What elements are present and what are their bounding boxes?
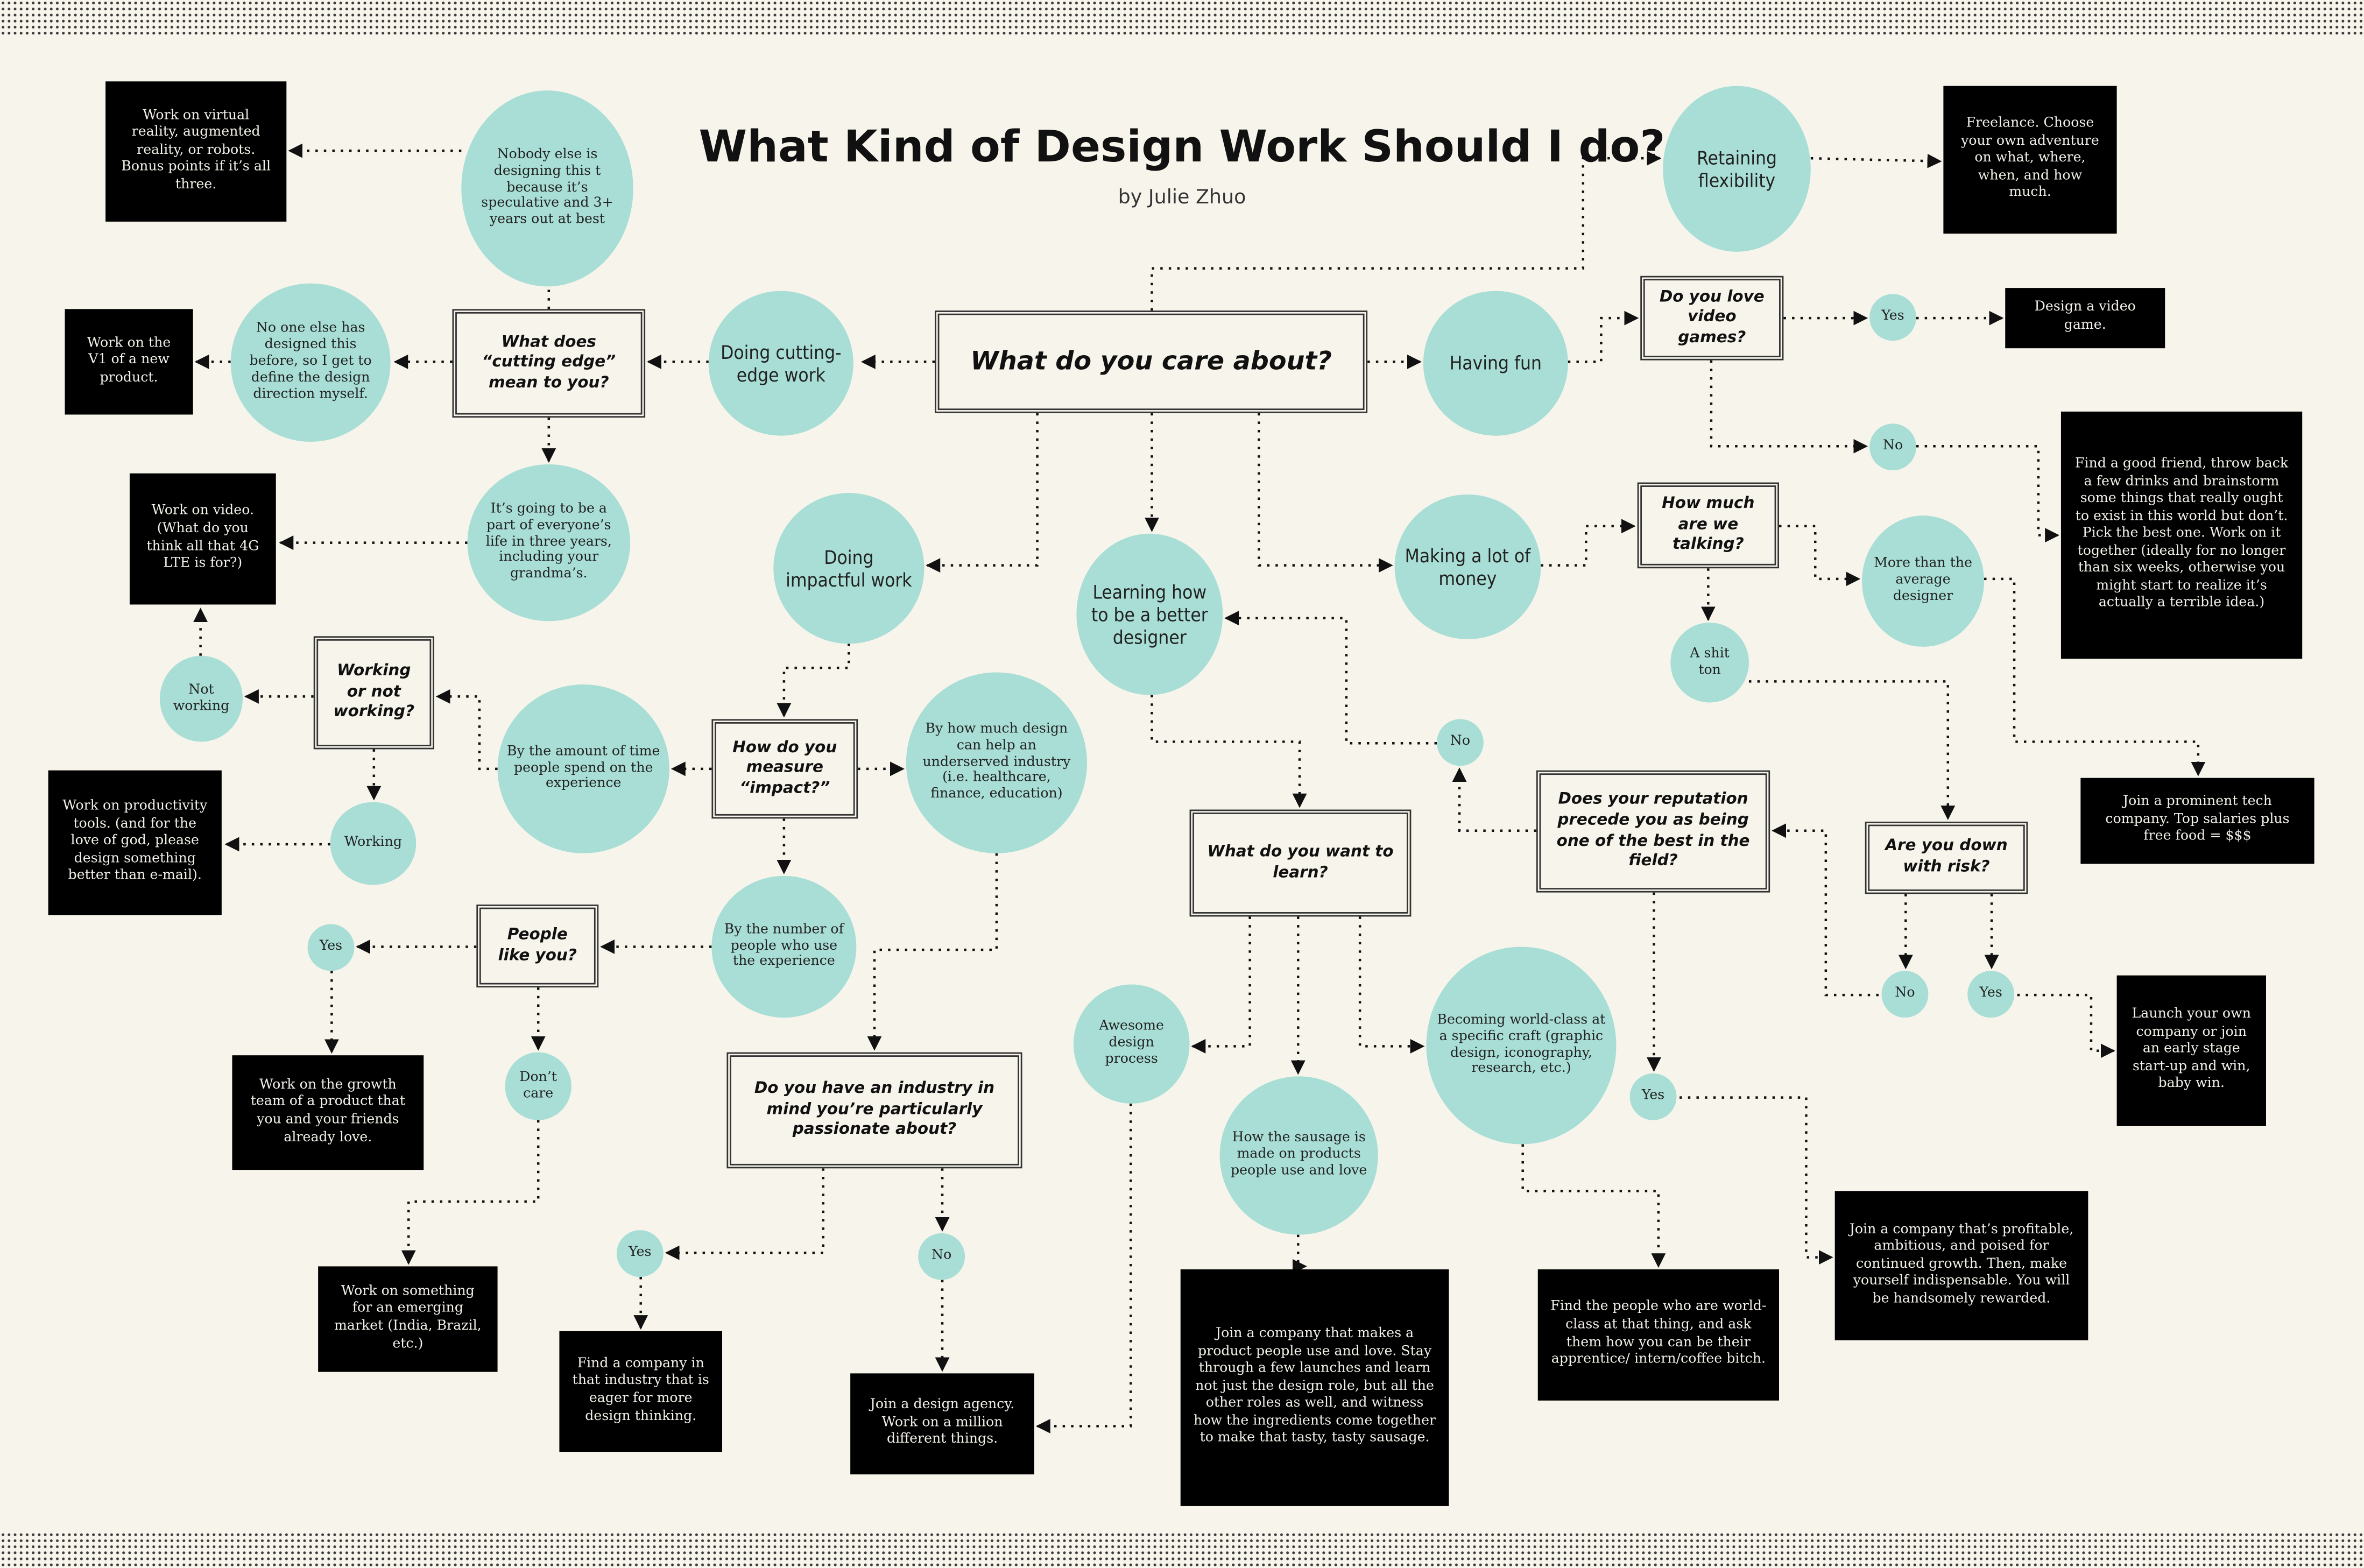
connector-risk-no-to-reputation xyxy=(1772,823,1879,997)
option-everyone-life[interactable]: It’s going to be a part of everyone’s li… xyxy=(467,464,631,621)
connector-learn-question-to-awesome xyxy=(1191,916,1251,1054)
answer-v1-product: Work on the V1 of a new product. xyxy=(65,309,193,415)
answer-video-game: Design a video game. xyxy=(2005,288,2165,349)
question-reputation[interactable]: Does your reputation precede you as bein… xyxy=(1536,770,1770,893)
answer-profitable-company: Join a company that’s profitable, ambiti… xyxy=(1834,1191,2088,1340)
connector-how-much-to-more-than-avg xyxy=(1779,525,1861,587)
connector-awesome-to-agency xyxy=(1035,1103,1132,1433)
option-underserved[interactable]: By how much design can help an underserv… xyxy=(906,672,1088,853)
flowchart-canvas: What Kind of Design Work Should I do? by… xyxy=(0,0,2364,1568)
connector-reputation-yes-to-profitable xyxy=(1680,1096,1833,1265)
connector-reputation-no-to-learning xyxy=(1224,611,1437,745)
option-nobody-else[interactable]: Nobody else is designing this t because … xyxy=(461,90,633,287)
answer-productivity: Work on productivity tools. (and for the… xyxy=(48,770,222,915)
connector-world-class-to-apprentice xyxy=(1521,1144,1666,1268)
option-awesome-process[interactable]: Awesome design process xyxy=(1073,984,1190,1104)
option-flexibility[interactable]: Retaining flexibility xyxy=(1663,86,1811,252)
question-want-to-learn[interactable]: What do you want to learn? xyxy=(1189,809,1412,917)
answer-tech-company: Join a prominent tech company. Top salar… xyxy=(2080,778,2314,864)
answer-startup: Launch your own company or join an early… xyxy=(2116,975,2266,1126)
answer-growth-team: Work on the growth team of a product tha… xyxy=(232,1055,424,1170)
connector-impactful-to-impact-question xyxy=(777,644,850,718)
answer-vr-ar-robots: Work on virtual reality, augmented reali… xyxy=(105,81,287,222)
answer-design-agency: Join a design agency. Work on a million … xyxy=(850,1373,1034,1475)
option-reputation-no[interactable]: No xyxy=(1437,719,1484,766)
option-games-no[interactable]: No xyxy=(1869,423,1916,471)
connector-sausage-to-company xyxy=(1293,1234,1307,1274)
question-love-video-games[interactable]: Do you love video games? xyxy=(1640,276,1784,361)
option-risk-no[interactable]: No xyxy=(1881,971,1929,1018)
option-industry-yes[interactable]: Yes xyxy=(616,1230,664,1277)
option-more-than-average[interactable]: More than the average designer xyxy=(1862,515,1985,647)
answer-emerging-market: Work on something for an emerging market… xyxy=(318,1266,498,1372)
option-shit-ton[interactable]: A shit ton xyxy=(1670,623,1749,703)
option-world-class[interactable]: Becoming world-class at a specific craft… xyxy=(1426,947,1617,1145)
connector-care-to-money xyxy=(1258,413,1393,573)
option-not-working[interactable]: Not working xyxy=(159,655,243,742)
question-measure-impact[interactable]: How do you measure “impact?” xyxy=(711,719,858,819)
option-cutting-edge[interactable]: Doing cutting-edge work xyxy=(708,291,853,436)
connector-industry-question-to-yes xyxy=(665,1168,824,1260)
option-dont-care[interactable]: Don’t care xyxy=(505,1052,571,1120)
question-cutting-edge-meaning[interactable]: What does “cutting edge” mean to you? xyxy=(452,309,646,418)
answer-video: Work on video. (What do you think all th… xyxy=(129,473,276,605)
connector-risk-yes-to-startup xyxy=(2017,993,2115,1058)
option-having-fun[interactable]: Having fun xyxy=(1423,291,1568,436)
answer-industry-company: Find a company in that industry that is … xyxy=(559,1331,723,1452)
connector-shit-ton-to-risk-question xyxy=(1748,680,1956,821)
answer-friend-brainstorm: Find a good friend, throw back a few dri… xyxy=(2060,411,2303,659)
option-games-yes[interactable]: Yes xyxy=(1869,294,1916,341)
connector-underserved-to-industry-question xyxy=(867,853,998,1051)
option-time-spent[interactable]: By the amount of time people spend on th… xyxy=(497,684,669,853)
question-how-much[interactable]: How much are we talking? xyxy=(1637,482,1780,569)
question-people-like-you[interactable]: People like you? xyxy=(476,905,599,988)
connector-learn-question-to-world-class xyxy=(1358,916,1425,1054)
connector-fun-to-games-question xyxy=(1568,310,1639,363)
option-risk-yes[interactable]: Yes xyxy=(1967,971,2015,1018)
option-sausage[interactable]: How the sausage is made on products peop… xyxy=(1219,1076,1378,1235)
option-industry-no[interactable]: No xyxy=(918,1233,965,1280)
question-industry-passion[interactable]: Do you have an industry in mind you’re p… xyxy=(726,1052,1022,1169)
connector-reputation-to-no xyxy=(1452,767,1536,832)
answer-apprentice: Find the people who are world-class at t… xyxy=(1537,1269,1780,1401)
option-money[interactable]: Making a lot of money xyxy=(1394,494,1541,639)
connector-games-question-to-no xyxy=(1710,360,1868,454)
connector-care-to-impactful xyxy=(926,413,1039,573)
option-learning[interactable]: Learning how to be a better designer xyxy=(1076,533,1223,695)
question-down-with-risk[interactable]: Are you down with risk? xyxy=(1865,821,2028,894)
option-people-yes[interactable]: Yes xyxy=(307,924,355,971)
question-working-or-not[interactable]: Working or not working? xyxy=(313,636,434,750)
option-impactful[interactable]: Doing impactful work xyxy=(773,493,925,644)
option-working[interactable]: Working xyxy=(330,802,417,885)
connector-time-spent-to-working-question xyxy=(435,689,498,771)
answer-freelance: Freelance. Choose your own adventure on … xyxy=(1943,86,2117,234)
connector-money-to-how-much xyxy=(1541,519,1636,567)
option-no-one-designed[interactable]: No one else has designed this before, so… xyxy=(230,283,391,442)
option-reputation-yes[interactable]: Yes xyxy=(1629,1073,1677,1120)
question-care-about[interactable]: What do you care about? xyxy=(935,310,1368,413)
option-number-people[interactable]: By the number of people who use the expe… xyxy=(711,875,857,1018)
connector-dont-care-to-emerging xyxy=(401,1120,540,1265)
connector-learning-to-learn-question xyxy=(1151,695,1307,808)
connector-care-to-flexibility xyxy=(1151,151,1662,311)
answer-sausage-company: Join a company that makes a product peop… xyxy=(1180,1269,1449,1506)
